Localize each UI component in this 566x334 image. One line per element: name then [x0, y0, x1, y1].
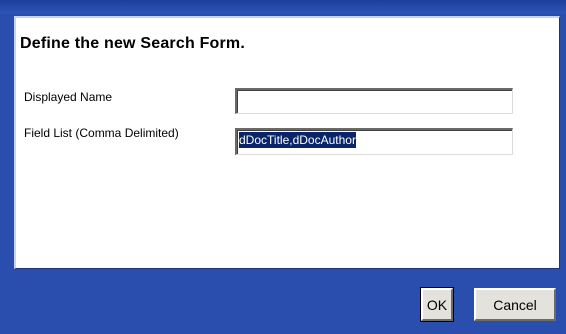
dialog-title-bar — [0, 0, 566, 14]
field-list-label: Field List (Comma Delimited) — [24, 126, 179, 140]
displayed-name-input[interactable] — [235, 88, 513, 114]
field-list-value: dDocTitle,dDocAuthor — [239, 132, 356, 148]
cancel-button[interactable]: Cancel — [474, 288, 556, 321]
dialog-heading: Define the new Search Form. — [20, 35, 246, 52]
field-list-input[interactable]: dDocTitle,dDocAuthor — [235, 128, 513, 155]
displayed-name-label: Displayed Name — [24, 90, 113, 104]
ok-button[interactable]: OK — [420, 287, 454, 322]
